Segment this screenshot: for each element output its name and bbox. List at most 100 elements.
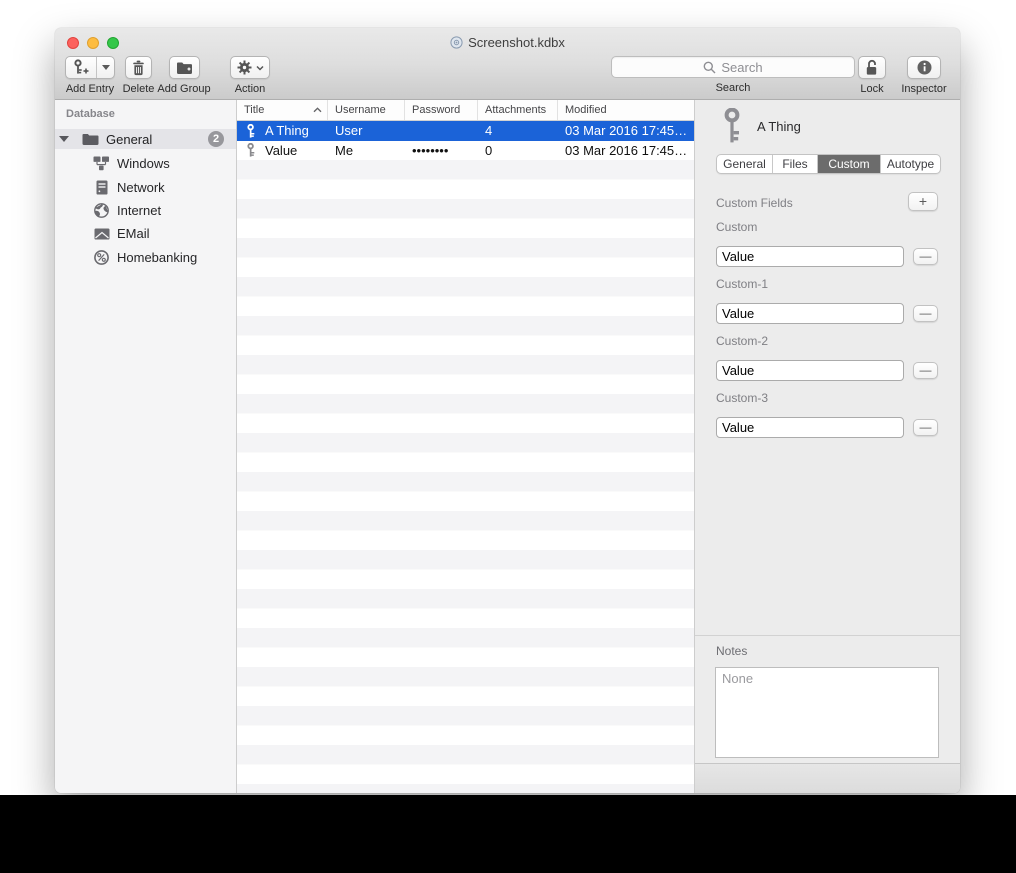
- column-header-title[interactable]: Title: [237, 100, 328, 120]
- sidebar-item-label: Windows: [117, 156, 170, 171]
- sidebar-group-label: General: [106, 132, 208, 147]
- inspector-label: Inspector: [901, 83, 946, 95]
- sidebar-item-label: EMail: [117, 226, 150, 241]
- field-label: Custom-3: [716, 392, 938, 405]
- notes-section: Notes: [695, 635, 960, 758]
- sidebar-item-internet[interactable]: Internet: [55, 199, 236, 222]
- sidebar-item-homebanking[interactable]: Homebanking: [55, 246, 236, 269]
- column-header-modified[interactable]: Modified: [558, 100, 694, 120]
- field-value-input[interactable]: [716, 360, 904, 381]
- cell-username: User: [328, 123, 405, 138]
- lock-control: Lock: [853, 56, 891, 95]
- custom-fields-list: Custom — Custom-1 — Custom-2 — Custom-3: [716, 221, 938, 449]
- tab-autotype[interactable]: Autotype: [881, 155, 940, 173]
- add-group-button[interactable]: [169, 56, 200, 79]
- remove-field-button[interactable]: —: [913, 305, 938, 322]
- disclosure-triangle-icon[interactable]: [59, 136, 69, 142]
- column-header-username[interactable]: Username: [328, 100, 405, 120]
- add-entry-label: Add Entry: [66, 83, 114, 95]
- chevron-down-icon: [102, 65, 110, 70]
- tab-custom[interactable]: Custom: [818, 155, 881, 173]
- table-row[interactable]: Value Me •••••••• 0 03 Mar 2016 17:45…: [237, 141, 694, 161]
- search-control: Search Search: [611, 56, 855, 94]
- gear-icon: [237, 60, 252, 75]
- lock-button[interactable]: [858, 56, 886, 79]
- sidebar: Database General 2 Windows: [55, 100, 237, 793]
- window-title: Screenshot.kdbx: [468, 35, 565, 50]
- sidebar-item-network[interactable]: Network: [55, 175, 236, 198]
- column-header-password[interactable]: Password: [405, 100, 478, 120]
- table-row[interactable]: A Thing User 4 03 Mar 2016 17:45…: [237, 121, 694, 141]
- document-icon: [450, 36, 463, 49]
- table-header: Title Username Password Attachments Modi…: [237, 100, 694, 121]
- cell-title: Value: [265, 143, 297, 158]
- field-value-input[interactable]: [716, 303, 904, 324]
- add-entry-dropdown[interactable]: [96, 57, 114, 78]
- search-icon: [703, 61, 716, 74]
- empty-rows-area: [237, 160, 694, 793]
- notes-input[interactable]: [715, 667, 939, 758]
- inspector-panel: A Thing General Files Custom Autotype Cu…: [695, 100, 960, 793]
- group-count-badge: 2: [208, 131, 224, 147]
- field-label: Custom-1: [716, 278, 938, 291]
- tab-general[interactable]: General: [717, 155, 773, 173]
- add-entry-control: Add Entry: [62, 56, 118, 95]
- remove-field-button[interactable]: —: [913, 248, 938, 265]
- folder-icon: [82, 133, 99, 146]
- info-icon: [917, 60, 932, 75]
- remove-field-button[interactable]: —: [913, 419, 938, 436]
- cell-attachments: 4: [478, 123, 558, 138]
- sidebar-item-email[interactable]: EMail: [55, 222, 236, 245]
- remove-field-button[interactable]: —: [913, 362, 938, 379]
- delete-label: Delete: [123, 83, 155, 95]
- search-placeholder: Search: [721, 60, 762, 75]
- inspector-control: Inspector: [896, 56, 952, 95]
- action-label: Action: [235, 83, 266, 95]
- column-header-attachments[interactable]: Attachments: [478, 100, 558, 120]
- key-icon: [246, 124, 257, 138]
- add-entry-button[interactable]: [65, 56, 115, 79]
- field-value-input[interactable]: [716, 417, 904, 438]
- action-button[interactable]: [230, 56, 270, 79]
- internet-icon: [93, 203, 110, 218]
- cell-title: A Thing: [265, 123, 309, 138]
- sidebar-header: Database: [66, 108, 236, 120]
- cell-modified: 03 Mar 2016 17:45…: [558, 123, 694, 138]
- action-control: Action: [230, 56, 270, 95]
- add-group-control: Add Group: [153, 56, 215, 95]
- main-window: Screenshot.kdbx Add Entry Delete: [55, 28, 960, 793]
- custom-fields-header: Custom Fields: [716, 196, 793, 210]
- cell-password: ••••••••: [405, 143, 478, 158]
- cell-attachments: 0: [478, 143, 558, 158]
- cell-username: Me: [328, 143, 405, 158]
- sort-ascending-icon: [313, 107, 322, 113]
- lock-open-icon: [865, 59, 879, 76]
- sidebar-item-label: Internet: [117, 203, 161, 218]
- key-icon: [723, 108, 744, 144]
- delete-button[interactable]: [125, 56, 152, 79]
- windows-icon: [93, 156, 110, 171]
- field-label: Custom-2: [716, 335, 938, 348]
- sidebar-group-general[interactable]: General 2: [55, 129, 236, 149]
- email-icon: [93, 228, 110, 240]
- field-label: Custom: [716, 221, 938, 234]
- entry-table: Title Username Password Attachments Modi…: [237, 100, 695, 793]
- network-icon: [93, 180, 110, 195]
- search-input[interactable]: Search: [611, 56, 855, 78]
- inspector-button[interactable]: [907, 56, 941, 79]
- field-value-input[interactable]: [716, 246, 904, 267]
- cell-modified: 03 Mar 2016 17:45…: [558, 143, 694, 158]
- add-field-button[interactable]: +: [908, 192, 938, 211]
- tab-files[interactable]: Files: [773, 155, 818, 173]
- notes-label: Notes: [716, 644, 960, 658]
- bottom-black-band: [0, 795, 1016, 873]
- key-plus-icon: [66, 57, 96, 78]
- chevron-down-icon: [256, 65, 264, 71]
- homebanking-icon: [93, 250, 110, 265]
- entry-title: A Thing: [757, 119, 801, 134]
- key-icon: [246, 143, 257, 157]
- sidebar-item-windows[interactable]: Windows: [55, 152, 236, 175]
- inspector-footer: [695, 763, 960, 793]
- sidebar-item-label: Network: [117, 180, 165, 195]
- window-header: Screenshot.kdbx Add Entry Delete: [55, 28, 960, 100]
